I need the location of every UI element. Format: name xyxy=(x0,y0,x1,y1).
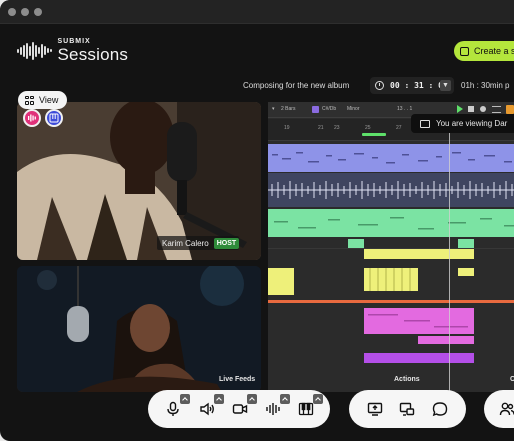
key-select[interactable]: C#/Db xyxy=(322,106,336,112)
viewing-notice: You are viewing Dar xyxy=(411,114,514,133)
app-window: SUBMIX Sessions Create a s Composing for… xyxy=(0,0,514,441)
chat-icon[interactable] xyxy=(431,400,449,418)
waveform-logo-icon xyxy=(17,41,52,60)
guest-video-image xyxy=(17,266,261,392)
orange-automation-lane[interactable] xyxy=(268,300,514,303)
window-minimize-dot[interactable] xyxy=(21,8,29,16)
host-badge: HOST xyxy=(213,237,240,249)
blue-clip-notes xyxy=(272,152,512,164)
audio-bars-icon[interactable] xyxy=(23,109,41,127)
magenta-midi-clip[interactable] xyxy=(418,336,474,344)
monitor-icon xyxy=(420,119,430,128)
create-session-label: Create a s xyxy=(474,46,514,56)
magenta-clip-notes xyxy=(368,314,468,328)
bars-select[interactable]: 2 Bars xyxy=(281,106,295,112)
window-maximize-dot[interactable] xyxy=(34,8,42,16)
logo-product: Sessions xyxy=(57,45,129,64)
ruler-mark: 21 xyxy=(318,125,324,131)
stop-icon[interactable] xyxy=(468,106,474,112)
live-feeds-label: Live Feeds xyxy=(219,376,256,383)
audio-options-icon[interactable] xyxy=(280,394,290,404)
window-close-dot[interactable] xyxy=(8,8,16,16)
video-feed-guest[interactable] xyxy=(17,266,261,392)
yellow-midi-clip[interactable] xyxy=(364,249,474,259)
yellow-midi-clip[interactable] xyxy=(268,268,294,295)
record-icon[interactable] xyxy=(480,106,486,112)
participant-name: Karim Calero xyxy=(162,238,209,248)
play-icon[interactable] xyxy=(457,105,463,113)
view-layout-button[interactable]: View xyxy=(18,91,67,109)
app-logo: SUBMIX Sessions xyxy=(17,38,128,63)
playhead[interactable] xyxy=(449,118,450,392)
collaborators-label: C xyxy=(510,376,514,383)
session-title: Composing for the new album xyxy=(243,81,350,90)
loop-icon[interactable] xyxy=(492,106,501,113)
participant-name-tag: Karim Calero HOST xyxy=(157,236,240,250)
green-note-block[interactable] xyxy=(348,239,364,248)
session-timer[interactable]: 00 : 31 : 07 ▼ xyxy=(370,77,454,94)
waveform-graphic xyxy=(268,181,514,199)
actions-label: Actions xyxy=(394,376,420,383)
microphone-options-icon[interactable] xyxy=(180,394,190,404)
piano-options-icon[interactable] xyxy=(313,394,323,404)
chevron-down-icon[interactable]: ▼ xyxy=(440,80,451,91)
metronome-icon[interactable] xyxy=(506,105,514,114)
screen-switch-icon[interactable] xyxy=(398,400,416,418)
yellow-clip-notes xyxy=(369,268,411,291)
position-display: 13 . . 1 xyxy=(397,106,413,112)
create-session-button[interactable]: Create a s xyxy=(454,41,514,61)
stopwatch-icon xyxy=(375,81,384,90)
tool-icon[interactable]: ▾ xyxy=(272,106,275,112)
green-clip-notes xyxy=(274,217,514,230)
scale-select[interactable]: Minor xyxy=(347,106,360,112)
calendar-plus-icon xyxy=(460,46,469,56)
ruler-mark: 25 xyxy=(365,125,371,131)
view-label: View xyxy=(39,95,59,105)
title-bar xyxy=(0,0,514,24)
ruler-mark: 27 xyxy=(396,125,402,131)
viewing-notice-text: You are viewing Dar xyxy=(436,119,508,128)
ruler-mark: 19 xyxy=(284,125,290,131)
share-screen-icon[interactable] xyxy=(366,400,384,418)
key-icon xyxy=(312,106,319,113)
piano-keys-icon[interactable] xyxy=(45,109,63,127)
purple-midi-clip[interactable] xyxy=(364,353,474,363)
grid-layout-icon xyxy=(25,95,34,105)
time-remaining: 01h : 30min p xyxy=(461,81,510,90)
yellow-midi-clip[interactable] xyxy=(458,268,474,276)
people-icon[interactable] xyxy=(498,400,514,418)
camera-options-icon[interactable] xyxy=(247,394,257,404)
daw-workspace[interactable]: ▾ 2 Bars C#/Db Minor 13 . . 1 19 21 23 2… xyxy=(268,102,514,392)
ruler-mark: 23 xyxy=(334,125,340,131)
loop-region[interactable] xyxy=(362,133,386,136)
green-note-block[interactable] xyxy=(458,239,474,248)
speaker-options-icon[interactable] xyxy=(214,394,224,404)
